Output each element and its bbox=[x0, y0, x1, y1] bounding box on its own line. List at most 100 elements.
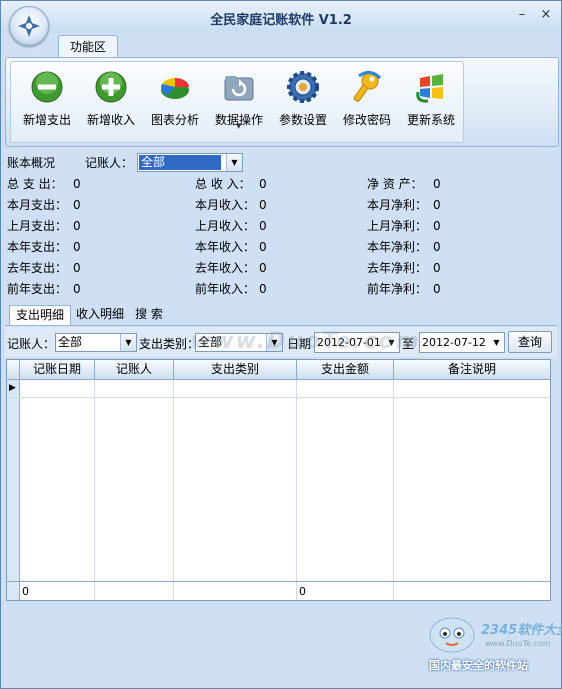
query-button[interactable]: 查询 bbox=[508, 331, 552, 353]
update-system-label: 更新系统 bbox=[406, 113, 455, 127]
plus-circle-icon bbox=[95, 71, 127, 103]
column-divider bbox=[173, 380, 174, 600]
column-header-notes[interactable]: 备注说明 bbox=[394, 360, 550, 379]
add-income-button[interactable]: 新增收入 bbox=[80, 66, 142, 127]
close-button[interactable]: × bbox=[538, 7, 554, 23]
app-menu-orb-button[interactable] bbox=[9, 6, 49, 46]
chart-pie-icon bbox=[161, 78, 189, 99]
summary-value: 0 bbox=[73, 198, 81, 212]
summary-label: 本年收入： bbox=[195, 240, 256, 254]
settings-label: 参数设置 bbox=[278, 113, 327, 127]
table-header: 记账日期 记账人 支出类别 支出金额 备注说明 bbox=[7, 360, 550, 380]
add-expense-button[interactable]: 新增支出 bbox=[16, 66, 78, 127]
watermark-text: www.DuoTe.com bbox=[191, 329, 421, 354]
title-bar: 全民家庭记账软件 V1.2 – × bbox=[1, 1, 561, 33]
column-header-bookkeeper[interactable]: 记账人 bbox=[95, 360, 174, 379]
summary-bookkeeper-value: 全部 bbox=[139, 155, 221, 170]
brand-text: 2345软件大全 bbox=[481, 623, 562, 638]
ribbon-group: 新增支出 新增收入 图表分析 数据操作 ▼ 参数设置 修改密码 更新系统 bbox=[10, 61, 464, 143]
table-row[interactable]: ▶ bbox=[7, 380, 550, 398]
summary-value: 0 bbox=[259, 219, 267, 233]
summary-label: 上月支出： bbox=[7, 219, 68, 233]
change-password-label: 修改密码 bbox=[342, 113, 391, 127]
footer-count: 0 bbox=[22, 585, 29, 598]
column-divider bbox=[393, 380, 394, 600]
summary-label: 去年净利： bbox=[367, 261, 428, 275]
account-summary: 账本概况 记账人： 全部 ▼ 总 支 出： 0 总 收 入： 0 净 资 产： 0 本月支出… bbox=[5, 148, 557, 302]
summary-bookkeeper-select[interactable]: 全部 ▼ bbox=[137, 153, 243, 172]
ribbon-tab-functions[interactable]: 功能区 bbox=[58, 35, 118, 58]
ribbon-tab-strip: 功能区 bbox=[1, 33, 561, 58]
app-logo-icon bbox=[18, 15, 40, 37]
summary-label: 上月净利： bbox=[367, 219, 428, 233]
minimize-button[interactable]: – bbox=[514, 7, 530, 23]
chevron-down-icon: ▼ bbox=[226, 154, 242, 171]
column-header-amount[interactable]: 支出金额 bbox=[297, 360, 394, 379]
summary-label: 上月收入： bbox=[195, 219, 256, 233]
summary-label: 前年支出： bbox=[7, 282, 68, 296]
tab-expense-detail[interactable]: 支出明细 bbox=[9, 305, 71, 325]
summary-value: 0 bbox=[259, 261, 267, 275]
ribbon-panel: 新增支出 新增收入 图表分析 数据操作 ▼ 参数设置 修改密码 更新系统 bbox=[5, 57, 559, 147]
expense-table[interactable]: 记账日期 记账人 支出类别 支出金额 备注说明 ▶ 0 0 bbox=[6, 359, 551, 601]
change-password-button[interactable]: 修改密码 bbox=[336, 66, 398, 127]
summary-label: 本月收入： bbox=[195, 198, 256, 212]
filter-category-label: 支出类别： bbox=[139, 337, 200, 351]
add-expense-label: 新增支出 bbox=[22, 113, 71, 127]
brand-slogan: 国内最安全的软件站 bbox=[429, 659, 528, 672]
window-title: 全民家庭记账软件 V1.2 bbox=[210, 13, 352, 28]
dropdown-arrow-icon: ▼ bbox=[236, 122, 242, 130]
date-to-value: 2012-07-12 bbox=[422, 336, 486, 349]
summary-label: 净 资 产： bbox=[367, 177, 423, 191]
minus-circle-icon bbox=[31, 71, 63, 103]
tab-income-detail[interactable]: 收入明细 bbox=[71, 305, 129, 324]
summary-label: 本月净利： bbox=[367, 198, 428, 212]
summary-value: 0 bbox=[433, 198, 441, 212]
summary-value: 0 bbox=[433, 240, 441, 254]
summary-value: 0 bbox=[73, 261, 81, 275]
date-to-picker[interactable]: 2012-07-12 ▼ bbox=[419, 332, 505, 353]
add-income-label: 新增收入 bbox=[86, 113, 135, 127]
detail-tabs: 支出明细 收入明细 搜 索 bbox=[5, 303, 557, 326]
summary-value: 0 bbox=[433, 177, 441, 191]
update-system-button[interactable]: 更新系统 bbox=[400, 66, 462, 127]
chart-analysis-button[interactable]: 图表分析 bbox=[144, 66, 206, 127]
chevron-down-icon: ▼ bbox=[120, 334, 136, 351]
summary-value: 0 bbox=[259, 177, 267, 191]
current-row-indicator-icon: ▶ bbox=[9, 383, 16, 393]
column-divider bbox=[296, 380, 297, 600]
column-header-category[interactable]: 支出类别 bbox=[174, 360, 297, 379]
summary-label: 去年支出： bbox=[7, 261, 68, 275]
summary-label: 去年收入： bbox=[195, 261, 256, 275]
summary-label: 本年净利： bbox=[367, 240, 428, 254]
duote-logo: 2345软件大全 www.DuoTe.com 国内最安全的软件站 bbox=[425, 615, 562, 675]
filter-bookkeeper-select[interactable]: 全部 ▼ bbox=[55, 333, 137, 352]
filter-bookkeeper-value: 全部 bbox=[58, 335, 83, 349]
summary-value: 0 bbox=[73, 177, 81, 191]
summary-value: 0 bbox=[433, 261, 441, 275]
mascot-logo-icon bbox=[429, 617, 475, 653]
column-header-date[interactable]: 记账日期 bbox=[20, 360, 95, 379]
filter-bookkeeper-label: 记账人： bbox=[7, 337, 56, 351]
summary-label: 前年净利： bbox=[367, 282, 428, 296]
summary-label: 前年收入： bbox=[195, 282, 256, 296]
summary-value: 0 bbox=[73, 240, 81, 254]
summary-value: 0 bbox=[73, 219, 81, 233]
app-window: 全民家庭记账软件 V1.2 – × 功能区 新增支出 新增收入 图表分析 数据操… bbox=[0, 0, 562, 689]
summary-value: 0 bbox=[259, 282, 267, 296]
settings-button[interactable]: 参数设置 bbox=[272, 66, 334, 127]
summary-value: 0 bbox=[433, 282, 441, 296]
summary-value: 0 bbox=[259, 198, 267, 212]
tab-search[interactable]: 搜 索 bbox=[131, 305, 167, 324]
summary-value: 0 bbox=[73, 282, 81, 296]
key-icon bbox=[353, 71, 382, 102]
column-divider bbox=[94, 380, 95, 600]
data-operations-button[interactable]: 数据操作 ▼ bbox=[208, 66, 270, 130]
summary-value: 0 bbox=[259, 240, 267, 254]
summary-label: 本年支出： bbox=[7, 240, 68, 254]
summary-label: 总 收 入： bbox=[195, 177, 251, 191]
footer-divider bbox=[7, 581, 550, 582]
summary-label: 总 支 出： bbox=[7, 177, 63, 191]
summary-value: 0 bbox=[433, 219, 441, 233]
update-icon bbox=[416, 74, 443, 103]
